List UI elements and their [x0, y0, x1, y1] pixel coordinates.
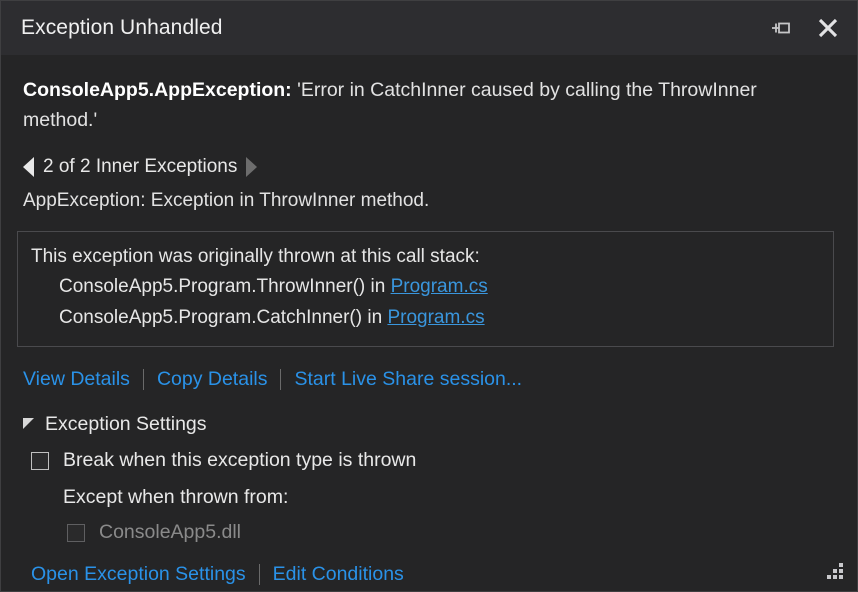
break-when-thrown-checkbox[interactable]	[31, 451, 49, 470]
link-separator	[280, 369, 282, 390]
inner-exception-count-label: 2 of 2 Inner Exceptions	[43, 156, 238, 177]
exception-summary: ConsoleApp5.AppException: 'Error in Catc…	[1, 75, 833, 135]
view-details-link[interactable]: View Details	[23, 368, 130, 391]
exception-settings-links: Open Exception Settings Edit Conditions	[1, 563, 857, 586]
exception-type: ConsoleApp5.AppException:	[23, 79, 292, 101]
close-icon[interactable]	[813, 13, 843, 43]
call-stack-frame-link[interactable]: Program.cs	[391, 276, 488, 297]
copy-details-link[interactable]: Copy Details	[157, 368, 268, 391]
next-inner-exception-arrow-icon	[246, 157, 258, 177]
call-stack-box: This exception was originally thrown at …	[17, 231, 834, 347]
call-stack-frame-method: ConsoleApp5.Program.ThrowInner() in	[59, 276, 391, 297]
call-stack-title: This exception was originally thrown at …	[31, 246, 480, 267]
dialog-body: ConsoleApp5.AppException: 'Error in Catc…	[1, 55, 857, 591]
break-when-thrown-checkbox-row[interactable]: Break when this exception type is thrown	[1, 449, 857, 472]
open-exception-settings-link[interactable]: Open Exception Settings	[31, 563, 246, 586]
resize-grip[interactable]	[827, 561, 849, 583]
call-stack-frame: ConsoleApp5.Program.CatchInner() in Prog…	[31, 302, 819, 333]
module-checkbox	[67, 523, 85, 542]
break-when-thrown-label: Break when this exception type is thrown	[63, 449, 417, 471]
exception-dialog: Exception Unhandled ConsoleApp5.AppExcep…	[0, 0, 858, 592]
call-stack-frame: ConsoleApp5.Program.ThrowInner() in Prog…	[31, 271, 819, 302]
exception-settings-header[interactable]: Exception Settings	[1, 413, 857, 436]
call-stack-frame-method: ConsoleApp5.Program.CatchInner() in	[59, 307, 388, 328]
title-bar: Exception Unhandled	[1, 1, 857, 55]
action-links: View Details Copy Details Start Live Sha…	[1, 368, 857, 391]
page-title: Exception Unhandled	[21, 16, 223, 39]
link-separator	[258, 564, 260, 585]
previous-inner-exception-arrow-icon[interactable]	[23, 157, 34, 177]
pin-icon[interactable]	[767, 13, 797, 43]
title-bar-buttons	[767, 13, 843, 43]
link-separator	[142, 369, 144, 390]
expander-triangle-icon[interactable]	[23, 418, 34, 429]
inner-exception-detail: AppException: Exception in ThrowInner me…	[23, 190, 430, 211]
except-when-thrown-from-label: Except when thrown from:	[63, 486, 289, 508]
exception-settings-label: Exception Settings	[45, 413, 207, 435]
edit-conditions-link[interactable]: Edit Conditions	[273, 563, 404, 586]
module-checkbox-row: ConsoleApp5.dll	[1, 521, 857, 544]
module-label: ConsoleApp5.dll	[99, 521, 242, 543]
call-stack-frame-link[interactable]: Program.cs	[387, 307, 484, 328]
start-live-share-session-link[interactable]: Start Live Share session...	[294, 368, 522, 391]
inner-exception-navigation: 2 of 2 Inner Exceptions	[1, 154, 857, 180]
